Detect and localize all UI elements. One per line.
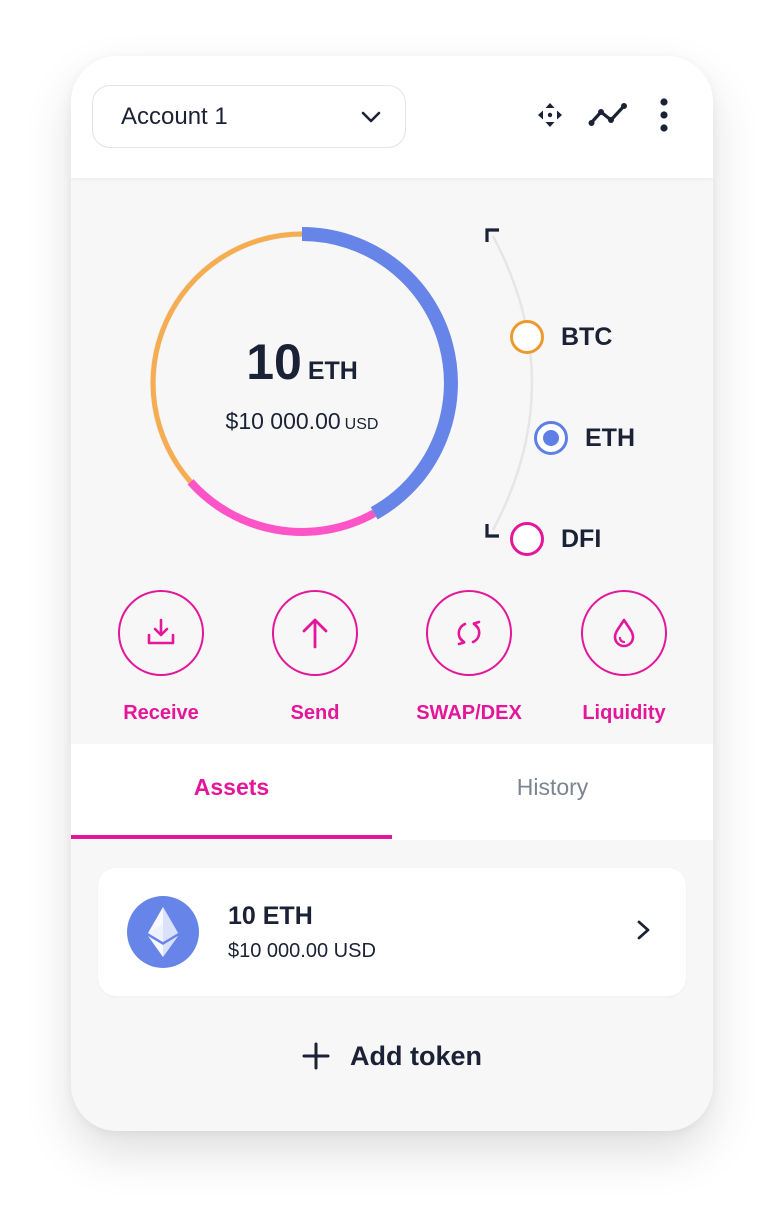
line-chart-icon[interactable] (588, 96, 627, 134)
plus-icon (302, 1042, 330, 1070)
radio-selected-icon (534, 421, 568, 455)
add-token-button[interactable]: Add token (71, 1031, 713, 1081)
chevron-right-icon (637, 920, 650, 940)
account-name: Account 1 (121, 103, 228, 130)
coin-label: DFI (561, 525, 602, 553)
liquidity-button[interactable]: Liquidity (548, 590, 698, 730)
radio-icon (510, 522, 544, 556)
app-header: Account 1 (71, 56, 713, 178)
coin-label: BTC (561, 323, 613, 351)
action-label: Receive (123, 702, 199, 724)
asset-amount: 10 ETH (228, 902, 313, 930)
receive-button[interactable]: Receive (85, 590, 235, 730)
tab-label: Assets (193, 774, 270, 800)
liquidity-drop-icon (613, 618, 635, 648)
coin-selector-track (485, 228, 534, 538)
send-arrow-icon (302, 618, 328, 649)
active-tab-indicator (71, 835, 392, 839)
portfolio-overview: 10 ETH $10 000.00 USD BTC ETH DFI Receiv… (71, 178, 713, 744)
balance-unit: ETH (307, 357, 358, 385)
move-arrows-icon[interactable] (531, 96, 569, 134)
account-selector[interactable]: Account 1 (92, 85, 406, 148)
balance-amount: 10 ETH (142, 333, 462, 391)
action-label: Liquidity (582, 702, 666, 724)
swap-dex-button[interactable]: SWAP/DEX (393, 590, 543, 730)
balance-usd: $10 000.00 USD (142, 408, 462, 435)
asset-row-eth[interactable]: 10 ETH $10 000.00 USD (98, 868, 686, 996)
coin-label: ETH (585, 424, 635, 452)
add-token-label: Add token (350, 1040, 482, 1071)
swap-icon (457, 620, 481, 646)
tab-history[interactable]: History (392, 744, 713, 840)
wallet-app: Account 1 10 ETH $10 000.00 USD BTC ETH … (71, 56, 713, 1131)
more-vertical-icon[interactable] (649, 96, 679, 134)
quick-actions: Receive Send SWAP/DEX Liquidity (71, 590, 713, 730)
tab-assets[interactable]: Assets (71, 744, 392, 840)
balance-usd-currency: USD (344, 416, 379, 433)
action-label: Send (290, 702, 340, 724)
ethereum-icon (127, 896, 199, 968)
tab-label: History (516, 774, 589, 800)
receive-icon (147, 618, 175, 645)
balance-usd-value: $10 000.00 (225, 408, 341, 434)
radio-icon (510, 320, 544, 354)
asset-usd-value: $10 000.00 USD (228, 940, 376, 962)
chevron-down-icon (359, 105, 383, 129)
balance-value: 10 (246, 334, 302, 390)
action-label: SWAP/DEX (416, 702, 522, 724)
send-button[interactable]: Send (239, 590, 389, 730)
asset-tabs: Assets History (71, 744, 713, 840)
